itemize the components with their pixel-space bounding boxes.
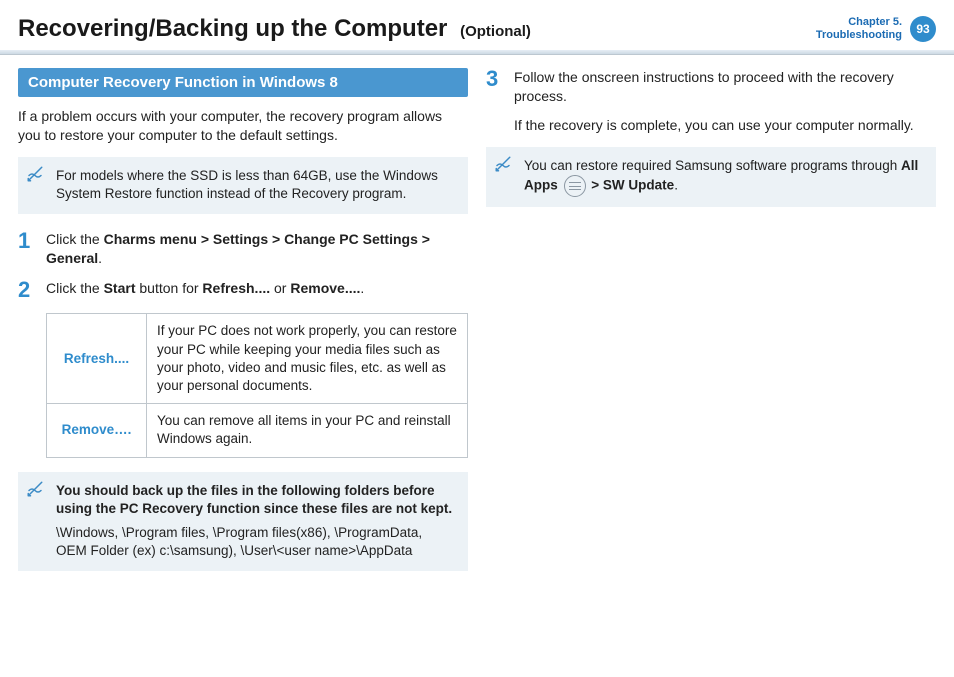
step-number-3: 3	[486, 68, 502, 135]
section-header: Computer Recovery Function in Windows 8	[18, 68, 468, 97]
step-2-prefix: Click the	[46, 280, 104, 296]
options-table: Refresh.... If your PC does not work pro…	[46, 313, 468, 457]
note3-bold2: SW Update	[603, 178, 674, 193]
header-right: Chapter 5. Troubleshooting 93	[816, 16, 936, 42]
note-icon	[26, 480, 44, 498]
table-row: Refresh.... If your PC does not work pro…	[47, 314, 468, 404]
right-column: 3 Follow the onscreen instructions to pr…	[486, 68, 936, 586]
note-backup-body: You should back up the files in the foll…	[56, 482, 456, 561]
chapter-info: Chapter 5. Troubleshooting	[816, 16, 902, 42]
page-title-wrap: Recovering/Backing up the Computer (Opti…	[18, 16, 531, 42]
step-number-2: 2	[18, 279, 34, 301]
note-backup-strong: You should back up the files in the foll…	[56, 482, 456, 518]
page-body: Computer Recovery Function in Windows 8 …	[0, 54, 954, 586]
step-2-suffix: .	[360, 280, 364, 296]
step-2-body: Click the Start button for Refresh.... o…	[46, 279, 468, 301]
note-icon	[494, 155, 512, 173]
step-3-p2: If the recovery is complete, you can use…	[514, 116, 936, 135]
note3-suffix: .	[674, 178, 678, 193]
note-ssd: For models where the SSD is less than 64…	[18, 157, 468, 213]
step-2-bold3: Remove....	[290, 280, 360, 296]
step-2-bold2: Refresh....	[202, 280, 270, 296]
step-1-bold: Charms menu > Settings > Change PC Setti…	[46, 231, 430, 266]
page-number: 93	[916, 22, 929, 36]
step-1-suffix: .	[98, 250, 102, 266]
step-2-mid: button for	[135, 280, 202, 296]
step-1-prefix: Click the	[46, 231, 104, 247]
step-3-body: Follow the onscreen instructions to proc…	[514, 68, 936, 135]
list-icon	[564, 175, 586, 197]
page-number-badge: 93	[910, 16, 936, 42]
step-3-p1: Follow the onscreen instructions to proc…	[514, 68, 936, 106]
note-ssd-text: For models where the SSD is less than 64…	[56, 168, 438, 201]
note3-mid: >	[591, 178, 603, 193]
left-column: Computer Recovery Function in Windows 8 …	[18, 68, 468, 586]
step-3: 3 Follow the onscreen instructions to pr…	[486, 68, 936, 135]
note-icon	[26, 165, 44, 183]
page-title-optional: (Optional)	[460, 23, 531, 40]
step-2-bold1: Start	[104, 280, 136, 296]
table-desc-remove: You can remove all items in your PC and …	[147, 404, 468, 457]
chapter-line-1: Chapter 5.	[816, 16, 902, 29]
intro-paragraph: If a problem occurs with your computer, …	[18, 107, 468, 145]
note-samsung-software: You can restore required Samsung softwar…	[486, 147, 936, 207]
table-row: Remove…. You can remove all items in you…	[47, 404, 468, 457]
step-number-1: 1	[18, 230, 34, 268]
note-backup-paths: \Windows, \Program files, \Program files…	[56, 524, 456, 560]
note-backup: You should back up the files in the foll…	[18, 472, 468, 571]
step-2: 2 Click the Start button for Refresh....…	[18, 279, 468, 301]
page-title: Recovering/Backing up the Computer	[18, 15, 447, 42]
chapter-line-2: Troubleshooting	[816, 29, 902, 42]
note3-prefix: You can restore required Samsung softwar…	[524, 158, 901, 173]
table-label-remove: Remove….	[47, 404, 147, 457]
table-desc-refresh: If your PC does not work properly, you c…	[147, 314, 468, 404]
step-2-mid2: or	[270, 280, 290, 296]
step-1-body: Click the Charms menu > Settings > Chang…	[46, 230, 468, 268]
step-1: 1 Click the Charms menu > Settings > Cha…	[18, 230, 468, 268]
page-header: Recovering/Backing up the Computer (Opti…	[0, 0, 954, 50]
table-label-refresh: Refresh....	[47, 314, 147, 404]
